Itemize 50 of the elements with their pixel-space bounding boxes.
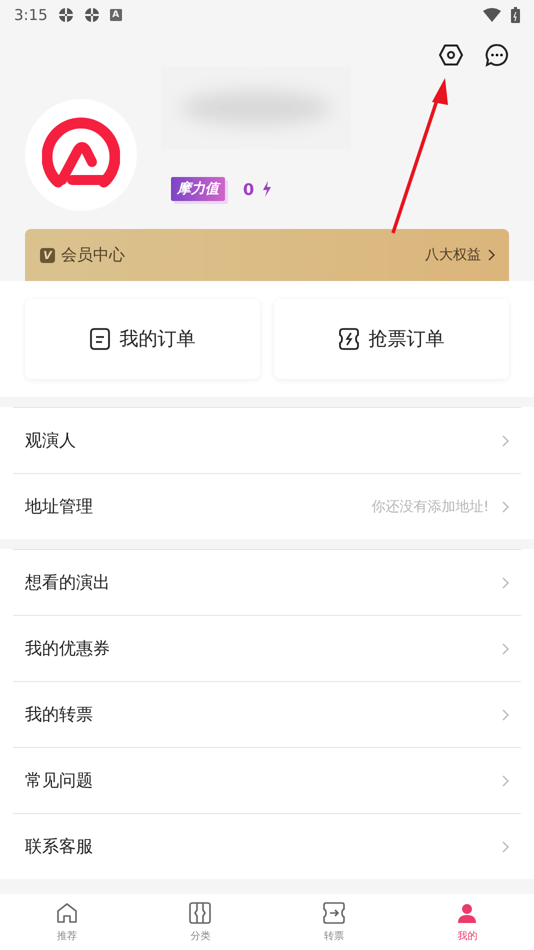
- tab-item[interactable]: 我的: [400, 894, 534, 950]
- menu-item[interactable]: 我的优惠券: [13, 615, 521, 682]
- menu-item[interactable]: 观演人: [13, 407, 521, 474]
- member-center-banner[interactable]: V 会员中心 八大权益: [25, 229, 509, 282]
- vip-icon: V: [40, 248, 55, 263]
- menu-label: 常见问题: [25, 770, 94, 792]
- chevron-icon: [501, 576, 509, 589]
- settings-icon[interactable]: [439, 44, 463, 66]
- menu-item[interactable]: 常见问题: [13, 747, 521, 814]
- points-value: 0: [243, 180, 254, 199]
- category-icon: [189, 902, 212, 924]
- tab-item[interactable]: 推荐: [0, 894, 134, 950]
- chevron-icon: [501, 840, 509, 853]
- menu-item[interactable]: 我的转票: [13, 681, 521, 748]
- battery-icon: [511, 6, 520, 23]
- transfer-icon: [322, 902, 345, 924]
- person-icon: [456, 902, 478, 924]
- tab-item[interactable]: 转票: [267, 894, 400, 950]
- menu-label: 想看的演出: [25, 572, 111, 594]
- tab-item[interactable]: 分类: [134, 894, 267, 950]
- menu-label: 我的优惠券: [25, 638, 111, 660]
- ticket-orders-button[interactable]: 抢票订单: [274, 299, 509, 380]
- home-icon: [56, 902, 78, 924]
- my-orders-button[interactable]: 我的订单: [25, 299, 260, 380]
- menu-item[interactable]: 地址管理 你还没有添加地址!: [13, 473, 521, 540]
- menu-label: 联系客服: [25, 836, 94, 858]
- ticket-icon: [338, 328, 358, 350]
- chevron-icon: [501, 500, 509, 513]
- chevron-icon: [501, 642, 509, 655]
- lightning-icon: [262, 181, 272, 198]
- benefits-link[interactable]: 八大权益: [425, 246, 481, 264]
- chevron-icon: [501, 708, 509, 721]
- menu-item[interactable]: 联系客服: [13, 813, 521, 880]
- wifi-icon: [483, 8, 501, 22]
- hint-text: 你还没有添加地址!: [371, 498, 489, 516]
- chevron-icon: [501, 434, 509, 447]
- document-icon: [90, 328, 110, 350]
- chevron-icon: [487, 249, 495, 262]
- menu-item[interactable]: 想看的演出: [13, 549, 521, 616]
- notification-icon: A: [110, 8, 122, 21]
- chevron-icon: [501, 774, 509, 787]
- clock-time: 3:15: [14, 6, 48, 24]
- message-icon[interactable]: [485, 43, 509, 68]
- menu-label: 观演人: [25, 430, 77, 452]
- menu-label: 我的转票: [25, 704, 94, 726]
- menu-label: 地址管理: [25, 496, 94, 518]
- member-title: 会员中心: [61, 244, 126, 266]
- points-badge: 摩力值: [171, 177, 225, 202]
- aperture-icon: [58, 6, 74, 23]
- aperture-icon: [84, 6, 100, 23]
